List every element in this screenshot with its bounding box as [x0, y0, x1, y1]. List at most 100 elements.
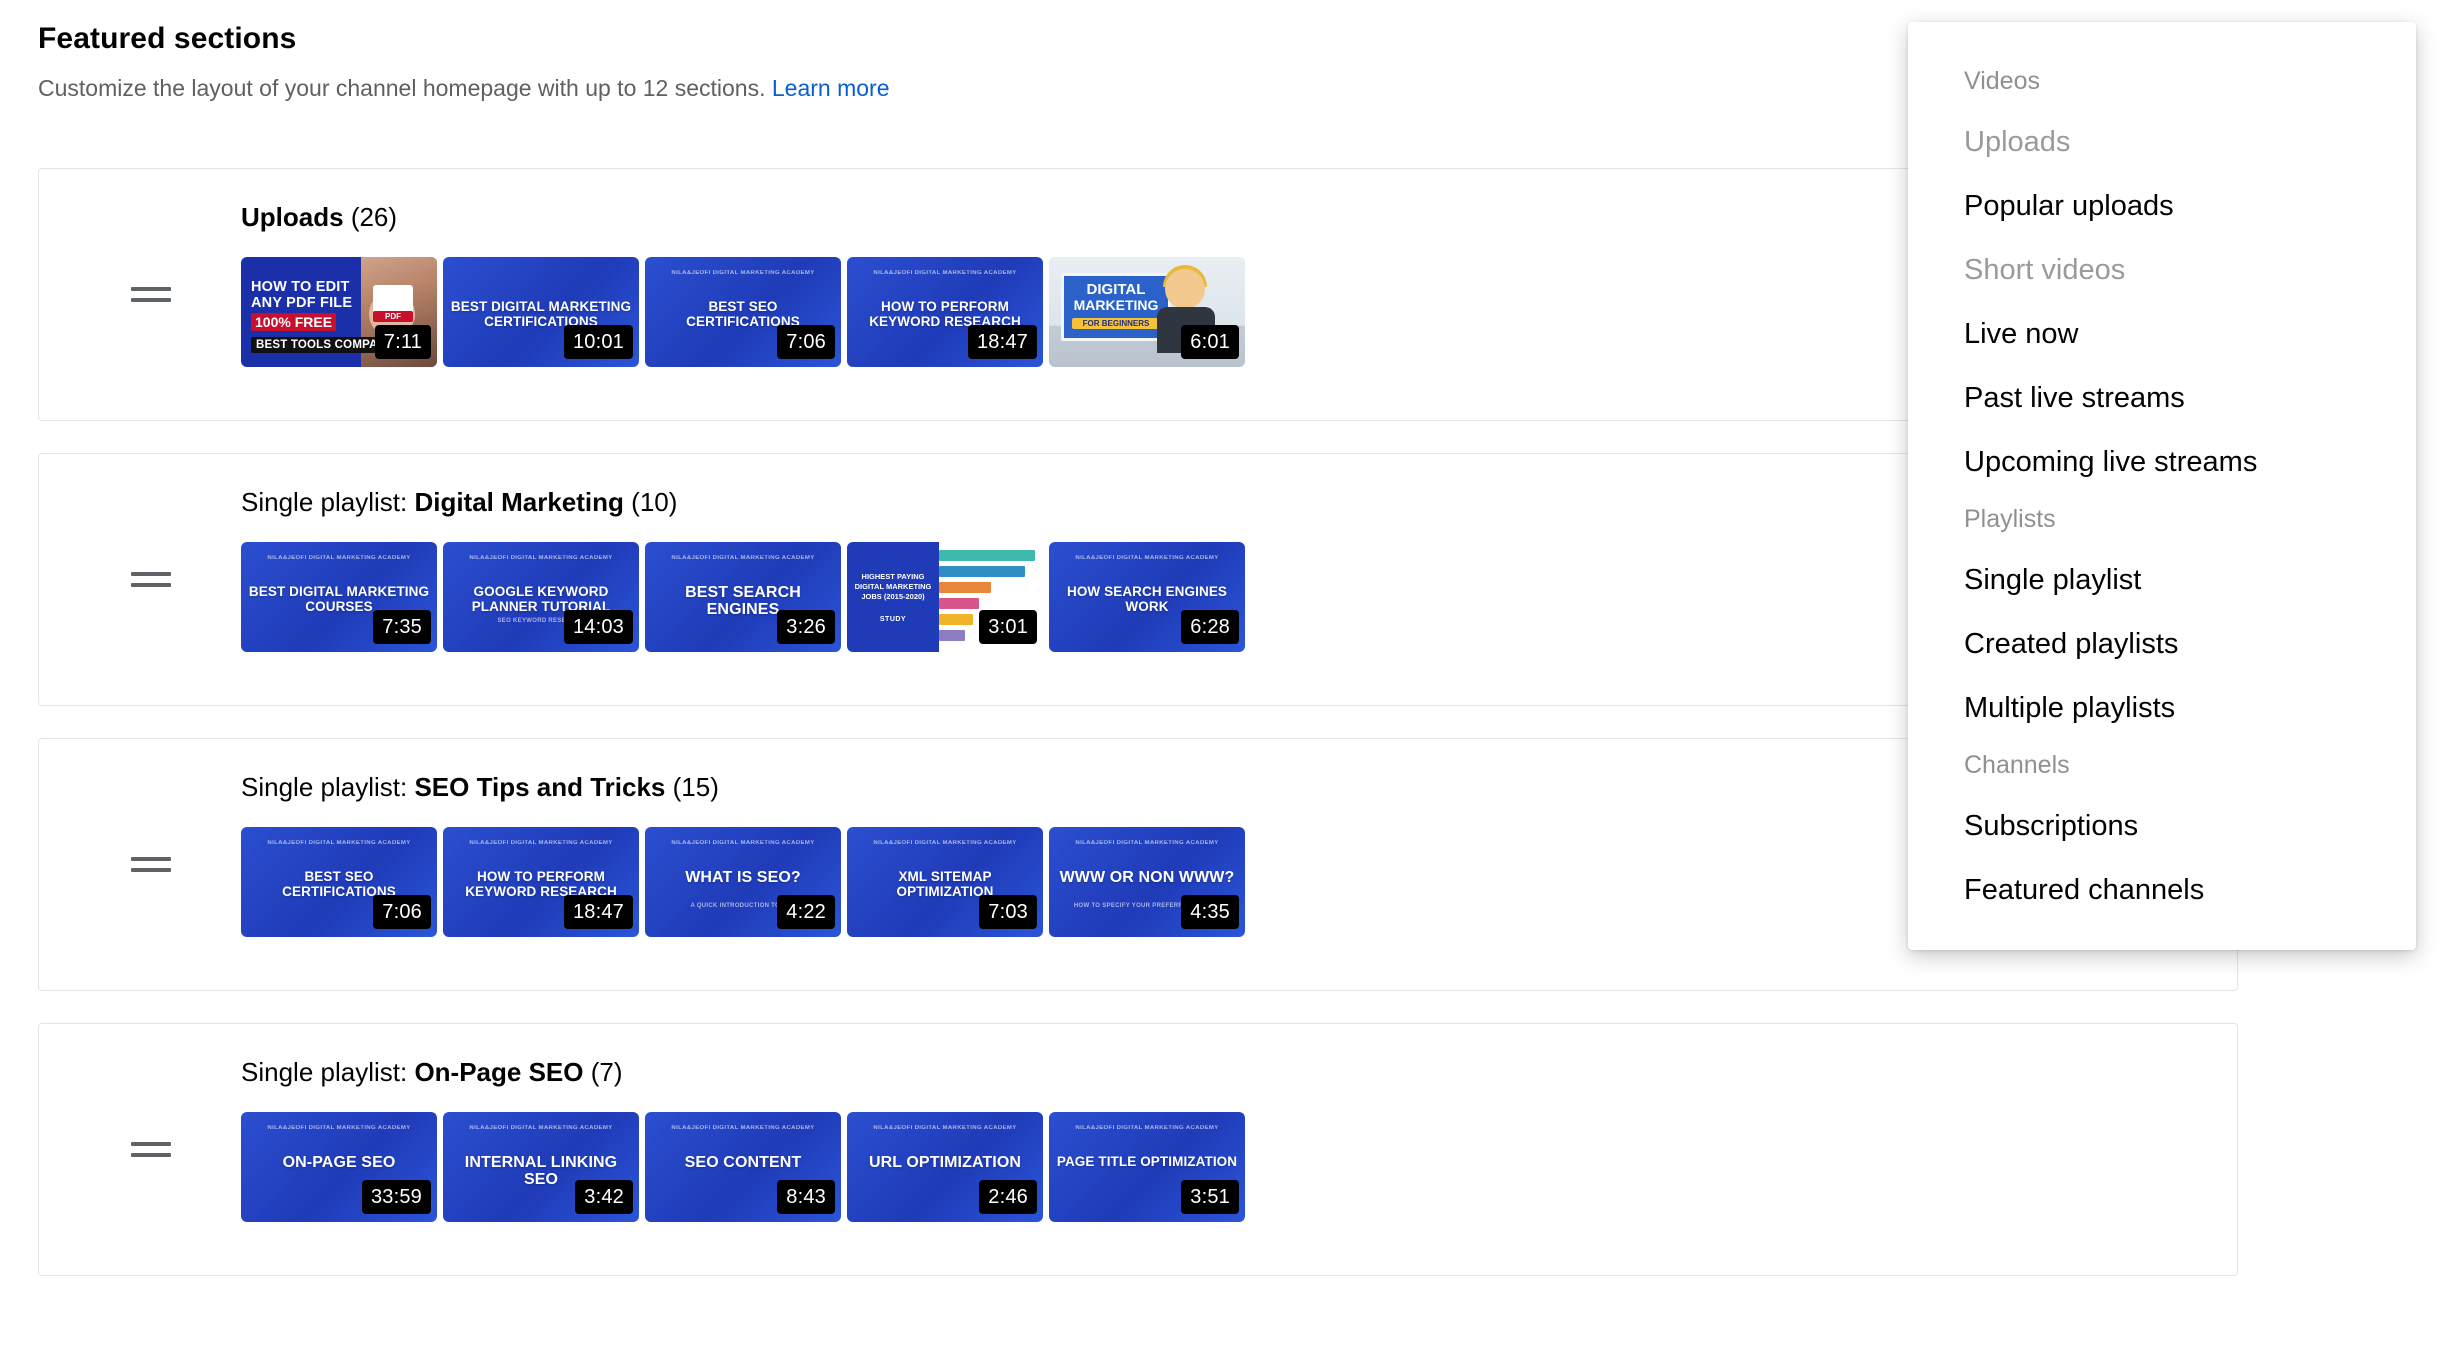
- section-title-name: Digital Marketing: [414, 487, 624, 517]
- thumbnail-brand: NILA&JEOFI DIGITAL MARKETING ACADEMY: [267, 840, 411, 846]
- menu-item-popular-uploads[interactable]: Popular uploads: [1908, 174, 2416, 238]
- video-duration-badge: 3:42: [575, 1180, 633, 1214]
- section-title: Uploads (26): [241, 201, 397, 233]
- thumbnail-badge: 100% FREE: [251, 313, 337, 331]
- section-title-name: Uploads: [241, 202, 344, 232]
- menu-item-single-playlist[interactable]: Single playlist: [1908, 548, 2416, 612]
- thumbnail-title: ON-PAGE SEO: [282, 1154, 396, 1171]
- video-duration-badge: 7:06: [777, 325, 835, 359]
- drag-handle-icon[interactable]: [131, 1138, 171, 1162]
- thumbnail-title: PAGE TITLE OPTIMIZATION: [1056, 1154, 1238, 1169]
- thumbnail-brand: NILA&JEOFI DIGITAL MARKETING ACADEMY: [267, 555, 411, 561]
- video-thumbnail[interactable]: NILA&JEOFI DIGITAL MARKETING ACADEMY ON-P…: [241, 1112, 437, 1222]
- video-thumbnail[interactable]: NILA&JEOFI DIGITAL MARKETING ACADEMY WHAT…: [645, 827, 841, 937]
- video-thumbnail[interactable]: NILA&JEOFI DIGITAL MARKETING ACADEMY INTE…: [443, 1112, 639, 1222]
- learn-more-link[interactable]: Learn more: [772, 75, 890, 101]
- thumbnail-row: NILA&JEOFI DIGITAL MARKETING ACADEMY BEST…: [241, 827, 1245, 937]
- section-title: Single playlist: Digital Marketing (10): [241, 486, 677, 518]
- section-item-count: (15): [672, 772, 719, 802]
- thumbnail-brand: NILA&JEOFI DIGITAL MARKETING ACADEMY: [671, 840, 815, 846]
- video-duration-badge: 3:01: [979, 610, 1037, 644]
- section-title-name: SEO Tips and Tricks: [414, 772, 666, 802]
- video-duration-badge: 7:06: [373, 895, 431, 929]
- menu-group-label: Playlists: [1964, 505, 2056, 533]
- thumbnail-row: NILA&JEOFI DIGITAL MARKETING ACADEMY ON-P…: [241, 1112, 1245, 1222]
- video-duration-badge: 18:47: [563, 895, 633, 929]
- page-subtitle-text: Customize the layout of your channel hom…: [38, 75, 766, 101]
- video-duration-badge: 4:22: [777, 895, 835, 929]
- video-thumbnail[interactable]: NILA&JEOFI DIGITAL MARKETING ACADEMY URL …: [847, 1112, 1043, 1222]
- section-title-prefix: Single playlist:: [241, 772, 408, 802]
- menu-item-created-playlists[interactable]: Created playlists: [1908, 612, 2416, 676]
- video-thumbnail[interactable]: NILA&JEOFI DIGITAL MARKETING ACADEMY BEST…: [645, 257, 841, 367]
- thumbnail-board-badge: FOR BEGINNERS: [1072, 318, 1160, 329]
- thumbnail-title: HOW TO EDIT ANY PDF FILE: [251, 279, 353, 311]
- video-duration-badge: 7:35: [373, 610, 431, 644]
- video-thumbnail[interactable]: NILA&JEOFI DIGITAL MARKETING ACADEMY BEST…: [645, 542, 841, 652]
- thumbnail-brand: NILA&JEOFI DIGITAL MARKETING ACADEMY: [1075, 555, 1219, 561]
- video-duration-badge: 4:35: [1181, 895, 1239, 929]
- chart-bar: [939, 614, 973, 625]
- featured-sections-page: Featured sections Customize the layout o…: [0, 0, 2448, 1362]
- menu-item-uploads: Uploads: [1964, 126, 2071, 158]
- video-duration-badge: 18:47: [967, 325, 1037, 359]
- video-thumbnail[interactable]: NILA&JEOFI DIGITAL MARKETING ACADEMY BEST…: [241, 827, 437, 937]
- drag-handle-icon[interactable]: [131, 853, 171, 877]
- video-thumbnail[interactable]: NILA&JEOFI DIGITAL MARKETING ACADEMY BEST…: [241, 542, 437, 652]
- menu-group-label: Videos: [1964, 67, 2040, 95]
- section-card[interactable]: Single playlist: On-Page SEO (7) NILA&JEO…: [38, 1023, 2238, 1276]
- video-thumbnail[interactable]: NILA&JEOFI DIGITAL MARKETING ACADEMY XML …: [847, 827, 1043, 937]
- menu-item-past-live-streams[interactable]: Past live streams: [1908, 366, 2416, 430]
- thumbnail-title: WWW OR NON WWW?: [1059, 869, 1235, 886]
- video-duration-badge: 7:03: [979, 895, 1037, 929]
- video-thumbnail[interactable]: NILA&JEOFI DIGITAL MARKETING ACADEMY HOW …: [443, 827, 639, 937]
- page-subtitle: Customize the layout of your channel hom…: [38, 74, 2038, 102]
- video-duration-badge: 8:43: [777, 1180, 835, 1214]
- section-title: Single playlist: SEO Tips and Tricks (15…: [241, 771, 719, 803]
- thumbnail-panel: HIGHEST PAYING DIGITAL MARKETING JOBS (2…: [847, 542, 939, 652]
- thumbnail-brand: NILA&JEOFI DIGITAL MARKETING ACADEMY: [671, 1125, 815, 1131]
- video-thumbnail[interactable]: HOW TO EDIT ANY PDF FILE 100% FREE BEST TOO…: [241, 257, 437, 367]
- menu-item-live-now[interactable]: Live now: [1908, 302, 2416, 366]
- video-thumbnail[interactable]: NILA&JEOFI DIGITAL MARKETING ACADEMY SEO …: [645, 1112, 841, 1222]
- thumbnail-title: WHAT IS SEO?: [685, 869, 801, 886]
- video-thumbnail[interactable]: NILA&JEOFI DIGITAL MARKETING ACADEMY WWW …: [1049, 827, 1245, 937]
- thumbnail-brand: NILA&JEOFI DIGITAL MARKETING ACADEMY: [873, 840, 1017, 846]
- chart-bar: [939, 598, 979, 609]
- menu-item-short-videos: Short videos: [1964, 254, 2126, 286]
- thumbnail-title: SEO CONTENT: [684, 1154, 802, 1171]
- thumbnail-brand: NILA&JEOFI DIGITAL MARKETING ACADEMY: [873, 1125, 1017, 1131]
- thumbnail-subtitle: STUDY: [879, 616, 907, 623]
- video-thumbnail[interactable]: NILA&JEOFI DIGITAL MARKETING ACADEMY PAGE…: [1049, 1112, 1245, 1222]
- section-item-count: (7): [590, 1057, 623, 1087]
- video-thumbnail[interactable]: NILA&JEOFI DIGITAL MARKETING ACADEMY GOOG…: [443, 542, 639, 652]
- add-section-dropdown-menu[interactable]: Videos Uploads Popular uploads Short videos…: [1908, 22, 2416, 950]
- thumbnail-title-line1: DIGITAL: [1086, 281, 1146, 298]
- video-thumbnail[interactable]: NILA&JEOFI DIGITAL MARKETING ACADEMY HOW …: [1049, 542, 1245, 652]
- thumbnail-title: HIGHEST PAYING DIGITAL MARKETING JOBS (2…: [854, 572, 932, 601]
- video-duration-badge: 33:59: [361, 1180, 431, 1214]
- section-title: Single playlist: On-Page SEO (7): [241, 1056, 623, 1088]
- video-duration-badge: 7:11: [374, 325, 431, 359]
- menu-item-subscriptions[interactable]: Subscriptions: [1908, 794, 2416, 858]
- person-head: [1165, 269, 1205, 309]
- thumbnail-brand: NILA&JEOFI DIGITAL MARKETING ACADEMY: [873, 270, 1017, 276]
- chart-bar: [939, 550, 1035, 561]
- video-thumbnail[interactable]: NILA&JEOFI DIGITAL MARKETING ACADEMY HOW …: [847, 257, 1043, 367]
- thumbnail-brand: NILA&JEOFI DIGITAL MARKETING ACADEMY: [469, 840, 613, 846]
- drag-handle-icon[interactable]: [131, 283, 171, 307]
- video-thumbnail[interactable]: BEST DIGITAL MARKETING CERTIFICATIONS 10:…: [443, 257, 639, 367]
- section-title-prefix: Single playlist:: [241, 487, 408, 517]
- drag-handle-icon[interactable]: [131, 568, 171, 592]
- menu-item-featured-channels[interactable]: Featured channels: [1908, 858, 2416, 922]
- chart-bar: [939, 566, 1025, 577]
- video-thumbnail[interactable]: HIGHEST PAYING DIGITAL MARKETING JOBS (2…: [847, 542, 1043, 652]
- pdf-icon: [373, 285, 413, 322]
- video-thumbnail[interactable]: DIGITAL MARKETING FOR BEGINNERS 6:01: [1049, 257, 1245, 367]
- thumbnail-brand: NILA&JEOFI DIGITAL MARKETING ACADEMY: [469, 1125, 613, 1131]
- thumbnail-brand: NILA&JEOFI DIGITAL MARKETING ACADEMY: [671, 555, 815, 561]
- thumbnail-title: URL OPTIMIZATION: [868, 1154, 1022, 1171]
- menu-item-multiple-playlists[interactable]: Multiple playlists: [1908, 676, 2416, 740]
- menu-item-upcoming-live-streams[interactable]: Upcoming live streams: [1908, 430, 2416, 494]
- video-duration-badge: 3:51: [1181, 1180, 1239, 1214]
